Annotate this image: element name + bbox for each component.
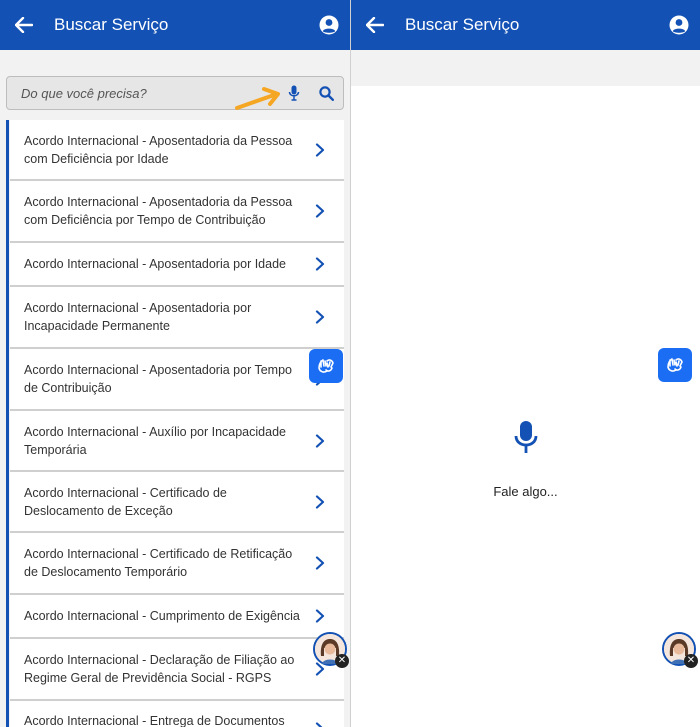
sign-language-hands-icon: [318, 359, 334, 373]
user-circle-icon: [319, 15, 339, 35]
back-button[interactable]: [351, 0, 399, 50]
chevron-right-icon: [315, 204, 325, 218]
account-button[interactable]: [316, 12, 342, 38]
app-bar: Buscar Serviço: [0, 0, 350, 50]
list-item-label: Acordo Internacional - Entrega de Docume…: [24, 714, 285, 727]
chevron-right-icon: [315, 556, 325, 570]
annotation-arrow-icon: [235, 87, 280, 110]
sign-language-hands-icon: [667, 358, 683, 372]
list-item[interactable]: Acordo Internacional - Aposentadoria da …: [10, 181, 344, 243]
list-item-label: Acordo Internacional - Certificado de Re…: [24, 547, 293, 579]
list-item-label: Acordo Internacional - Certificado de De…: [24, 485, 227, 518]
list-item[interactable]: Acordo Internacional - Certificado de De…: [10, 472, 344, 533]
service-list: Acordo Internacional - Aposentadoria da …: [6, 120, 344, 727]
assistant-avatar[interactable]: ✕: [313, 632, 349, 668]
list-item-label: Acordo Internacional - Aposentadoria por…: [24, 301, 252, 333]
microphone-icon: [288, 85, 300, 101]
list-item[interactable]: Acordo Internacional - Aposentadoria por…: [10, 287, 344, 349]
chevron-right-icon: [315, 609, 325, 623]
assistant-avatar[interactable]: ✕: [662, 632, 698, 668]
list-item-label: Acordo Internacional - Aposentadoria por…: [24, 363, 292, 395]
microphone-icon: [514, 421, 538, 453]
chevron-right-icon: [315, 257, 325, 271]
list-item[interactable]: Acordo Internacional - Aposentadoria da …: [10, 120, 344, 181]
list-item[interactable]: Acordo Internacional - Certificado de Re…: [10, 533, 344, 595]
list-item[interactable]: Acordo Internacional - Cumprimento de Ex…: [10, 595, 344, 639]
app-bar: Buscar Serviço: [351, 0, 700, 50]
arrow-left-icon: [15, 17, 33, 33]
list-item[interactable]: Acordo Internacional - Aposentadoria por…: [10, 243, 344, 287]
search-bar: [6, 76, 344, 110]
back-button[interactable]: [0, 0, 48, 50]
libras-accessibility-button[interactable]: [658, 348, 692, 382]
user-circle-icon: [669, 15, 689, 35]
page-title: Buscar Serviço: [54, 15, 169, 34]
list-item[interactable]: Acordo Internacional - Entrega de Docume…: [10, 701, 344, 727]
list-item[interactable]: Acordo Internacional - Auxílio por Incap…: [10, 411, 344, 472]
search-icon: [318, 85, 334, 101]
list-item-label: Acordo Internacional - Declaração de Fil…: [24, 653, 295, 685]
voice-search-button[interactable]: [283, 82, 305, 104]
libras-accessibility-button[interactable]: [309, 349, 343, 383]
arrow-left-icon: [366, 17, 384, 33]
close-icon[interactable]: ✕: [684, 654, 698, 668]
search-bar-area: [351, 50, 700, 86]
voice-prompt: Fale algo...: [493, 484, 558, 499]
list-item-label: Acordo Internacional - Auxílio por Incap…: [24, 424, 286, 457]
list-item[interactable]: Acordo Internacional - Aposentadoria por…: [10, 349, 344, 411]
chevron-right-icon: [315, 433, 325, 448]
account-button[interactable]: [666, 12, 692, 38]
chevron-right-icon: [315, 142, 325, 157]
chevron-right-icon: [315, 494, 325, 509]
close-icon[interactable]: ✕: [335, 654, 349, 668]
list-item-label: Acordo Internacional - Cumprimento de Ex…: [24, 609, 300, 623]
chevron-right-icon: [315, 722, 323, 727]
page-title: Buscar Serviço: [405, 15, 520, 34]
search-screen: Buscar Serviço Acordo Internacional - Ap…: [0, 0, 350, 727]
list-item-label: Acordo Internacional - Aposentadoria por…: [24, 257, 286, 271]
chevron-right-icon: [315, 310, 325, 324]
list-item[interactable]: Acordo Internacional - Declaração de Fil…: [10, 639, 344, 701]
list-item-label: Acordo Internacional - Aposentadoria da …: [24, 195, 293, 227]
list-item-label: Acordo Internacional - Aposentadoria da …: [24, 133, 293, 166]
voice-search-screen: Buscar Serviço Fale algo... ✕: [351, 0, 700, 727]
search-button[interactable]: [315, 82, 337, 104]
